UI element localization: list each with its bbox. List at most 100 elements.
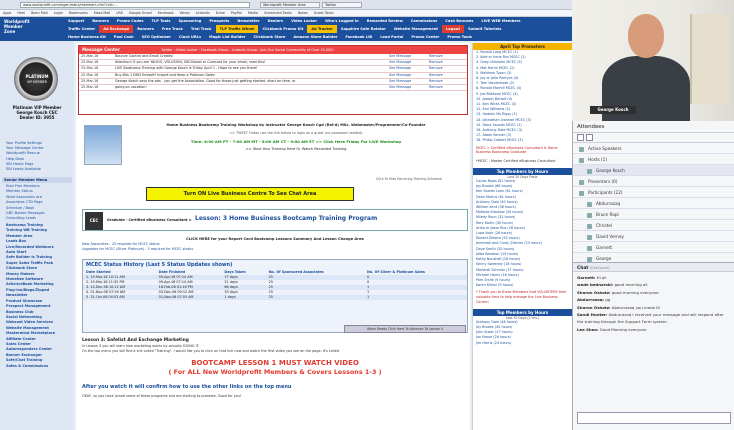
report-requirement: Upgrades for MCEC (Silver Platinum) - 3 … — [82, 247, 194, 251]
sidebar-link[interactable]: Safes & Commissions — [6, 364, 72, 369]
top-nav-item[interactable]: Amazon Store Builder — [289, 33, 341, 41]
bookmark-item[interactable]: Scheduled Tasks — [261, 10, 295, 16]
top-nav-item[interactable]: Who's Logged In — [321, 17, 363, 25]
participant-item[interactable]: George — [573, 253, 734, 262]
participant-item[interactable]: Abdurrazaq — [573, 198, 734, 209]
top-nav-item[interactable]: Lead Portal — [376, 33, 407, 41]
active-speakers-row[interactable]: Active Speakers — [573, 143, 734, 154]
chat-title: Chat — [577, 266, 589, 271]
must-watch-heading[interactable]: BOOTCAMP LESSON 1 MUST WATCH VIDEO — [82, 358, 468, 368]
top-nav-item[interactable]: Ad Tracker — [307, 25, 337, 33]
top-nav-item[interactable]: Sponsoring — [174, 17, 205, 25]
sidebar-link[interactable]: SBI Leads Available — [6, 167, 72, 172]
top-nav-item[interactable]: Magic List Builder — [205, 33, 249, 41]
chat-text: Abdurrazaq you made it! — [611, 304, 661, 310]
top-nav-item[interactable]: Ad Exchange — [99, 25, 134, 33]
bookmark-item[interactable]: PayPal — [228, 10, 245, 16]
bookmark-item[interactable]: Login — [51, 10, 66, 16]
top-nav-item[interactable]: Website Management — [390, 25, 442, 33]
presenters-row[interactable]: Presenters (0) — [573, 176, 734, 187]
participant-item[interactable]: Garnett — [573, 242, 734, 253]
senior-links: Sizzl Free Members Member Status What Asso… — [6, 184, 72, 222]
bookmark-item[interactable]: Guest Tasks — [311, 10, 337, 16]
ranking-item[interactable]: Jim Harris (24 hours) — [473, 341, 572, 346]
bookmark-item[interactable]: Yahoo — [177, 10, 193, 16]
bookmark-item[interactable]: Media — [245, 10, 261, 16]
top-nav-item[interactable]: Prospects — [205, 17, 233, 25]
top-nav-item[interactable]: Clock URLs — [175, 33, 205, 41]
top-nav-item[interactable]: Cash Bonuses — [441, 17, 477, 25]
participant-item[interactable]: David Verney — [573, 231, 734, 242]
top-nav-item[interactable]: Newsletter — [233, 17, 263, 25]
view-icon[interactable] — [577, 134, 584, 141]
message-subject[interactable]: going on vacation! — [113, 84, 387, 92]
top-nav-item[interactable]: Promo Tools — [443, 33, 476, 41]
top-nav-item[interactable]: TLP Traffic Wheel — [215, 25, 259, 33]
top-nav-item[interactable]: Banners — [133, 25, 158, 33]
top-nav-item[interactable]: Clickbank Promo Kit — [258, 25, 307, 33]
chat-input[interactable] — [577, 412, 731, 424]
top-nav-item[interactable]: TLP Tools — [148, 17, 175, 25]
bookmark-item[interactable]: Heel — [14, 10, 28, 16]
chat-scope[interactable]: (Everyone) — [590, 266, 610, 270]
browser-tab[interactable]: Worldprofit Member Area — [260, 2, 320, 8]
bookmark-item[interactable]: Blam Mail — [28, 10, 51, 16]
user-icon — [587, 245, 592, 251]
top-nav-item[interactable]: Banners — [88, 17, 113, 25]
top-nav-item[interactable]: Logout — [441, 25, 465, 33]
top-nav-item[interactable]: Clickbank Store — [250, 33, 290, 41]
top-members-header: Top Members by Hours — [473, 168, 572, 176]
top-nav-item[interactable]: Promo Center — [407, 33, 443, 41]
bookmark-item[interactable]: Bookmarks — [66, 10, 91, 16]
top-nav-item[interactable]: Promo Codes — [113, 17, 148, 25]
bookmark-item[interactable]: LR8 — [113, 10, 125, 16]
bookmark-item[interactable]: Apps — [0, 10, 14, 16]
hosts-label: Hosts (1) — [588, 157, 607, 162]
top-nav-item[interactable]: Facebook LIB — [341, 33, 376, 41]
site-logo[interactable]: Worldprofit Member Zone — [4, 19, 64, 39]
top-nav-item[interactable]: Home Business Kit — [64, 33, 110, 41]
top-nav-item[interactable]: LIVE WEB Members — [477, 17, 524, 25]
top-nav-item[interactable]: Submit Tutorials — [464, 25, 505, 33]
status-cell: 1 days — [221, 295, 266, 300]
bookmark-item[interactable]: Mass Mail — [91, 10, 114, 16]
participant-name: Christel — [596, 223, 613, 228]
see-message-link[interactable]: See Message — [387, 84, 427, 92]
hide-schedule-link[interactable]: Click To Hide Recurring Training Schedul… — [376, 177, 442, 181]
top-nav-item[interactable]: Dealers — [264, 17, 287, 25]
top-members-header-2: Top Members by Hours — [473, 308, 572, 316]
browser-tab[interactable]: Twitter — [322, 2, 362, 8]
hosts-row[interactable]: Hosts (1) — [573, 154, 734, 165]
volunteer-note: * Thank you to these Members that VOLUNT… — [476, 290, 567, 304]
sidebar-link[interactable]: Consulting Leads — [6, 216, 72, 221]
top-nav-item[interactable]: Traffic Center — [64, 25, 99, 33]
social-links[interactable]: Twitter : Video Locker : Facebook Group … — [161, 48, 333, 52]
advance-lesson-button[interactable]: When Ready Click Here To Advance To Less… — [344, 325, 466, 333]
top-nav-item[interactable]: SEO Optimizer — [138, 33, 175, 41]
participant-item[interactable]: Christel — [573, 220, 734, 231]
top-nav-item[interactable]: Free Track — [158, 25, 187, 33]
top-nav-item[interactable]: Trial Track — [187, 25, 216, 33]
cec-logo: CEC — [85, 212, 103, 230]
settings-icon[interactable] — [586, 134, 593, 141]
bookmark-item[interactable]: Google Gmail — [126, 10, 155, 16]
remove-message-link[interactable]: Remove — [427, 84, 467, 92]
url-field[interactable]: www.worldprofit.com/mgen/mbrz/members.cf… — [20, 2, 250, 8]
top-nav-item[interactable]: Sapphire Safe Rotator — [337, 25, 390, 33]
account-links: Your Profile Settings Your Message Center… — [6, 141, 72, 172]
top-nav-item[interactable]: Commissions — [407, 17, 442, 25]
bookmark-item[interactable]: Facebook — [155, 10, 177, 16]
webinar-time-link[interactable]: Time: 6:00 AM PT - 7:00 AM MT - 8:00 AM … — [128, 139, 464, 144]
top-nav-item[interactable]: Support — [64, 17, 88, 25]
bookmark-item[interactable]: LinkedIn — [193, 10, 213, 16]
top-nav-item[interactable]: Rewarded Review — [363, 17, 407, 25]
bookmark-item[interactable]: Ezine — [213, 10, 228, 16]
bookmark-item[interactable]: Notes — [295, 10, 311, 16]
participant-item[interactable]: Bruce Rapl — [573, 209, 734, 220]
recorded-training-link[interactable]: >> Start Your Training Here Or Watch Rec… — [128, 147, 464, 151]
live-business-centre-button[interactable]: Turn ON Live Business Centre To See Chat… — [146, 187, 354, 201]
top-nav-item[interactable]: Pool Cash — [110, 33, 138, 41]
participants-row[interactable]: Participants (22) — [573, 187, 734, 198]
top-nav-item[interactable]: Video Locker — [287, 17, 321, 25]
host-item[interactable]: George Kosch — [573, 165, 734, 176]
